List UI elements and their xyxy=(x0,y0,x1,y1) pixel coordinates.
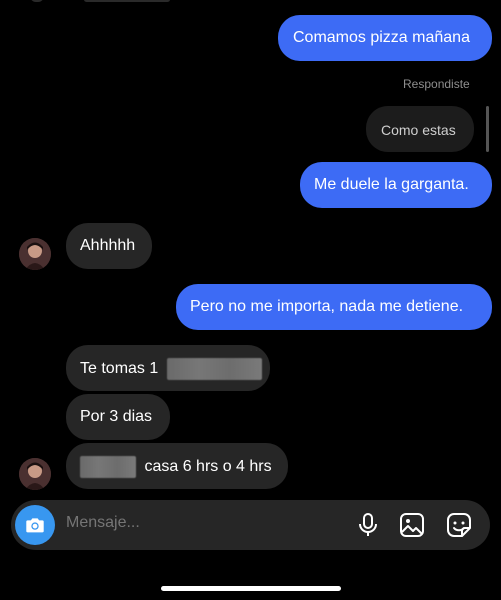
home-indicator[interactable] xyxy=(161,586,341,591)
message-text: Te tomas 1 xyxy=(80,360,159,378)
reply-preview-text: Como estas xyxy=(381,122,456,138)
message-text: Ahhhhh xyxy=(80,237,136,254)
sticker-icon[interactable] xyxy=(446,512,472,538)
message-incoming[interactable]: Te tomas 1 xyxy=(66,345,270,391)
avatar-image xyxy=(19,238,51,270)
message-outgoing[interactable]: Me duele la garganta. xyxy=(300,162,492,208)
camera-icon xyxy=(26,518,44,533)
reply-preview[interactable]: Como estas xyxy=(366,106,474,152)
redacted-text xyxy=(166,358,262,380)
message-text: Pero no me importa, nada me detiene. xyxy=(190,298,464,315)
microphone-icon[interactable] xyxy=(355,512,381,538)
message-outgoing[interactable]: Comamos pizza mañana xyxy=(278,15,492,61)
message-text: casa 6 hrs o 4 hrs xyxy=(144,458,272,476)
message-incoming[interactable]: Por 3 dias xyxy=(66,394,170,440)
avatar[interactable] xyxy=(19,458,51,490)
camera-button[interactable] xyxy=(15,505,55,545)
redacted-text xyxy=(80,456,136,478)
message-incoming[interactable]: casa 6 hrs o 4 hrs xyxy=(66,443,288,489)
message-input[interactable] xyxy=(66,514,346,532)
avatar[interactable] xyxy=(19,238,51,270)
message-composer xyxy=(11,500,490,550)
message-text: Me duele la garganta. xyxy=(314,176,469,193)
scrollbar[interactable] xyxy=(486,106,489,152)
partial-header-bar xyxy=(84,0,170,2)
message-text: Por 3 dias xyxy=(80,408,153,425)
message-text: Comamos pizza mañana xyxy=(293,29,470,46)
partial-header xyxy=(30,0,44,2)
reply-label: Respondiste xyxy=(403,77,470,91)
message-outgoing[interactable]: Pero no me importa, nada me detiene. xyxy=(176,284,492,330)
message-incoming[interactable]: Ahhhhh xyxy=(66,223,152,269)
avatar-image xyxy=(19,458,51,490)
image-icon[interactable] xyxy=(399,512,425,538)
